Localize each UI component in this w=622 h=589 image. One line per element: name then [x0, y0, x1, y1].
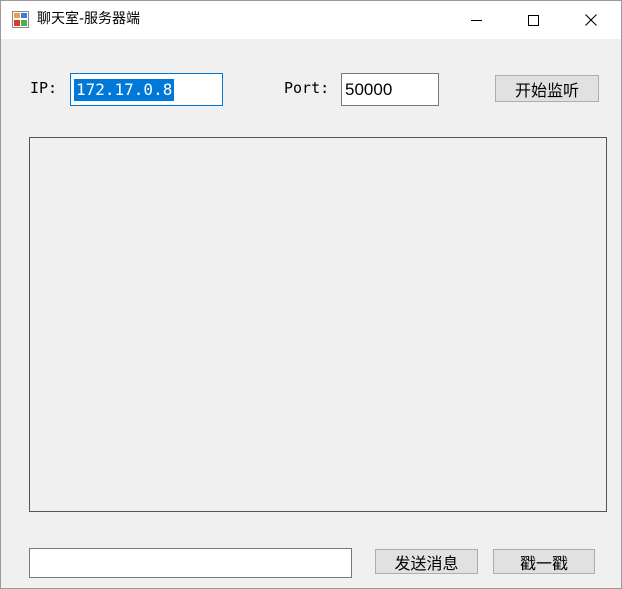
ip-input-value: 172.17.0.8: [74, 79, 175, 101]
message-input[interactable]: [29, 548, 352, 578]
close-button[interactable]: [562, 1, 620, 39]
chat-log-textarea[interactable]: [29, 137, 607, 512]
start-listening-button[interactable]: 开始监听: [495, 75, 599, 102]
port-input-value: 50000: [345, 80, 393, 99]
window-title: 聊天室-服务器端: [37, 11, 141, 27]
maximize-button[interactable]: [504, 1, 562, 39]
send-message-button[interactable]: 发送消息: [375, 549, 478, 574]
poke-button[interactable]: 戳一戳: [493, 549, 595, 574]
ip-input[interactable]: 172.17.0.8: [70, 73, 223, 106]
port-input[interactable]: 50000: [341, 73, 439, 106]
close-icon: [585, 11, 597, 30]
title-bar[interactable]: 聊天室-服务器端: [1, 1, 621, 39]
maximize-icon: [527, 11, 539, 30]
server-window: 聊天室-服务器端 IP: 172.17.0.8 Port: 50000 开始监听…: [0, 0, 622, 589]
ip-label: IP:: [30, 79, 58, 97]
minimize-button[interactable]: [447, 1, 505, 39]
winforms-app-icon[interactable]: [12, 11, 29, 28]
minimize-icon: [470, 11, 482, 30]
port-label: Port:: [284, 79, 330, 97]
